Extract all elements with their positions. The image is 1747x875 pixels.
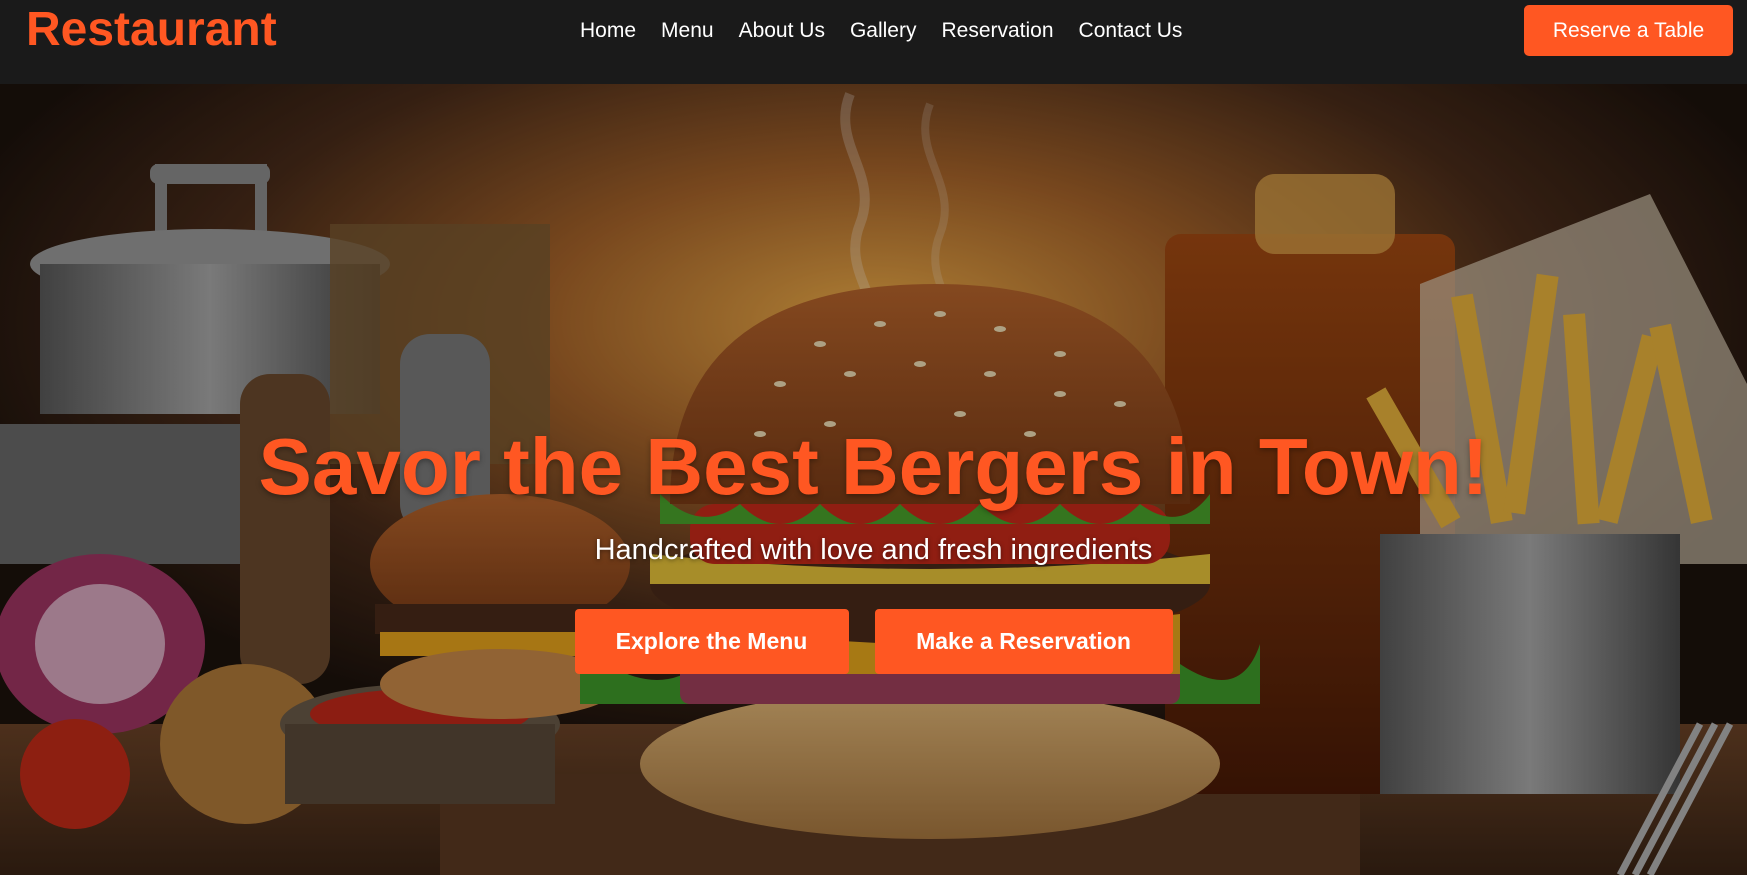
nav-item-about-us[interactable]: About Us xyxy=(739,19,825,43)
site-header: Restaurant Home Menu About Us Gallery Re… xyxy=(0,0,1747,84)
main-nav: Home Menu About Us Gallery Reservation C… xyxy=(580,14,1182,48)
hero-cta-group: Explore the Menu Make a Reservation xyxy=(0,609,1747,674)
nav-item-menu[interactable]: Menu xyxy=(661,19,714,43)
hero-title: Savor the Best Bergers in Town! xyxy=(258,422,1489,511)
nav-item-reservation[interactable]: Reservation xyxy=(941,19,1053,43)
brand-logo[interactable]: Restaurant xyxy=(26,2,277,58)
hero-subtitle: Handcrafted with love and fresh ingredie… xyxy=(594,534,1153,566)
make-reservation-button[interactable]: Make a Reservation xyxy=(874,609,1173,674)
hero-section: Savor the Best Bergers in Town! Handcraf… xyxy=(0,84,1747,875)
nav-item-contact-us[interactable]: Contact Us xyxy=(1079,19,1183,43)
nav-item-home[interactable]: Home xyxy=(580,19,636,43)
nav-item-gallery[interactable]: Gallery xyxy=(850,19,917,43)
explore-menu-button[interactable]: Explore the Menu xyxy=(574,609,849,674)
reserve-table-button[interactable]: Reserve a Table xyxy=(1524,5,1733,56)
